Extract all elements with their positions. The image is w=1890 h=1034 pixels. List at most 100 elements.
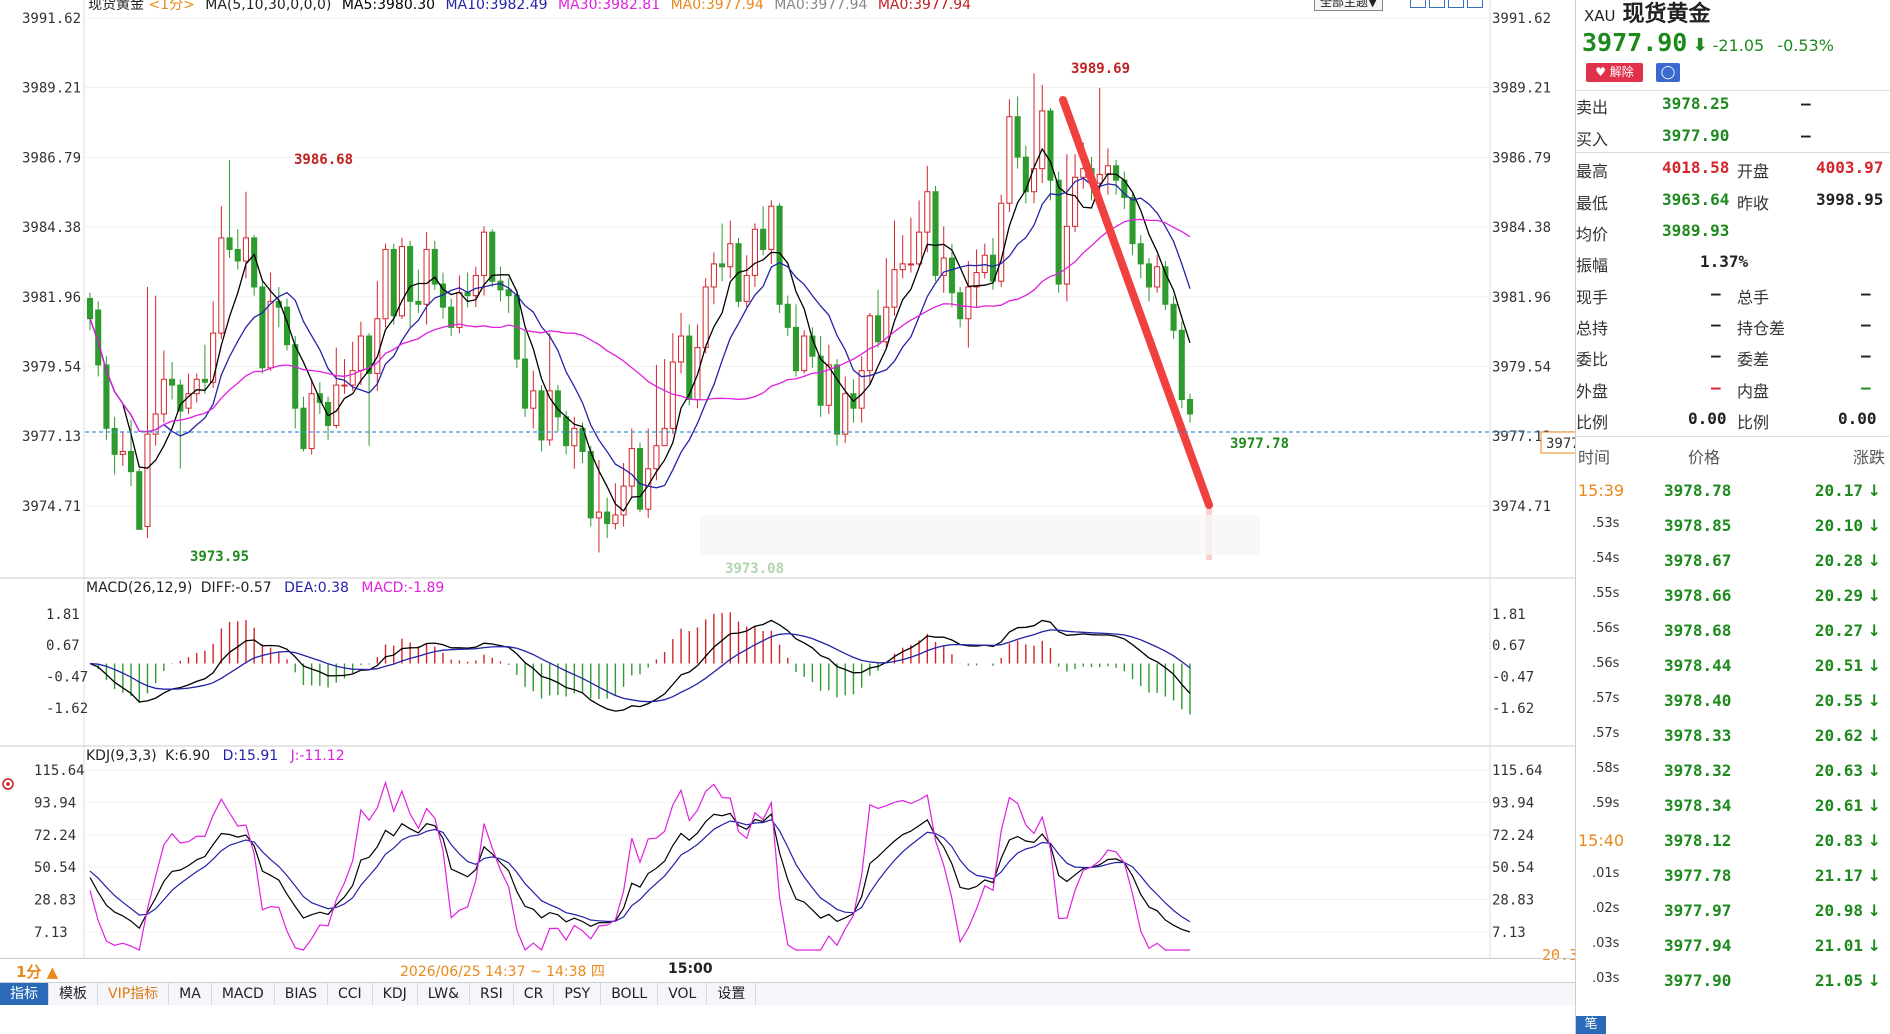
macd-header: MACD(26,12,9) DIFF:-0.57 DEA:0.38 MACD:-…	[86, 580, 444, 596]
tab-vip-indicator[interactable]: VIP指标	[98, 983, 170, 1005]
tick-time: .56s	[1592, 656, 1620, 671]
price-tick-left: 3986.79	[22, 150, 81, 166]
down-arrow-icon: ↓	[1867, 621, 1881, 640]
symbol-name: 现货黄金	[88, 0, 144, 13]
kdj-j: J:-11.12	[290, 748, 345, 764]
tab-cci[interactable]: CCI	[328, 983, 373, 1005]
kdj-tick-left: 115.64	[34, 763, 85, 779]
price-tick-left: 3979.54	[22, 360, 81, 376]
candle-body	[489, 231, 496, 282]
candle-body	[1170, 303, 1177, 331]
candle-body	[916, 231, 923, 265]
high-open-row: 最高 4018.58 开盘 4003.97	[1576, 158, 1890, 188]
tab-lw[interactable]: LW&	[418, 983, 471, 1005]
candle-body	[1096, 173, 1103, 184]
tab-macd[interactable]: MACD	[212, 983, 275, 1005]
ratio2-value: 0.00	[1838, 409, 1877, 428]
period-label[interactable]: <1分>	[148, 0, 194, 13]
tick-time: .02s	[1592, 901, 1620, 916]
candle-body	[612, 514, 619, 525]
ma10-value: MA10:3982.49	[445, 0, 548, 13]
col-change: 涨跌	[1852, 448, 1885, 467]
grid-icon[interactable]	[1448, 0, 1464, 8]
amp-value: 1.37%	[1700, 252, 1749, 271]
candle-body	[727, 243, 734, 268]
down-arrow-icon: ↓	[1867, 481, 1881, 500]
tab-bias[interactable]: BIAS	[275, 983, 328, 1005]
panel-title: XAU 现货黄金	[1584, 0, 1711, 28]
tab-ma[interactable]: MA	[169, 983, 212, 1005]
tick-price: 3977.97	[1664, 901, 1732, 920]
blur-watermark	[700, 515, 1260, 555]
theme-button[interactable]: 全部主题▼	[1314, 0, 1384, 11]
tick-price: 3978.44	[1664, 656, 1732, 675]
grid-icon[interactable]	[1429, 0, 1445, 8]
remove-button[interactable]: ♥ 解除	[1586, 63, 1643, 82]
col-time: 时间	[1578, 448, 1611, 467]
tick-row: .01s 3977.78 21.17 ↓	[1576, 866, 1890, 901]
price-tick-left: 3984.38	[22, 220, 81, 236]
tab-boll[interactable]: BOLL	[601, 983, 659, 1005]
candle-body	[169, 378, 176, 386]
candle-body	[907, 263, 914, 266]
annotation-high1: 3986.68	[294, 152, 353, 168]
remove-label: 解除	[1609, 65, 1634, 79]
candle-body	[144, 433, 151, 527]
kdj-tick-right: 28.83	[1492, 893, 1534, 909]
tick-row: .53s 3978.85 20.10 ↓	[1576, 516, 1890, 551]
tick-price: 3978.34	[1664, 796, 1732, 815]
indicator-tabbar: 指标 模板 VIP指标 MA MACD BIAS CCI KDJ LW& RSI…	[0, 982, 1575, 1005]
tick-change: 21.05	[1814, 971, 1863, 990]
kdj-tick-right: 7.13	[1492, 925, 1526, 941]
candle-body	[390, 248, 397, 317]
annotation-low2: 3973.08	[725, 561, 784, 577]
candle-body	[875, 315, 882, 343]
amp-label: 振幅	[1576, 256, 1609, 275]
alert-bell-button[interactable]: ◯	[1656, 63, 1680, 82]
hold-diff-label: 持仓差	[1737, 319, 1786, 338]
tab-rsi[interactable]: RSI	[470, 983, 514, 1005]
down-arrow-icon: ↓	[1867, 831, 1881, 850]
tick-price: 3977.90	[1664, 971, 1732, 990]
period-selector[interactable]: 1分 ▲	[16, 961, 58, 982]
tick-row: .56s 3978.68 20.27 ↓	[1576, 621, 1890, 656]
down-arrow-icon: ↓	[1867, 866, 1881, 885]
ma5-value: MA5:3980.30	[341, 0, 436, 13]
macd-tick-left: -1.62	[46, 701, 88, 717]
tick-time: .58s	[1592, 761, 1620, 776]
tick-time: .01s	[1592, 866, 1620, 881]
stage: 3991.62 3991.62 3989.21 3989.21 3986.79 3986.…	[0, 0, 1890, 1034]
grid-icon[interactable]	[1410, 0, 1426, 8]
tab-kdj[interactable]: KDJ	[373, 983, 418, 1005]
price-tick-right: 3974.71	[1492, 499, 1551, 515]
grid-icon[interactable]	[1467, 0, 1483, 8]
macd-dea: DEA:0.38	[284, 580, 349, 596]
kdj-tick-right: 50.54	[1492, 860, 1534, 876]
tick-mode-button[interactable]: 笔	[1576, 1016, 1606, 1034]
kline-chart[interactable]: 3991.62 3991.62 3989.21 3989.21 3986.79 3986.…	[0, 0, 1575, 1034]
tick-change: 20.83	[1814, 831, 1863, 850]
wei-bi-label: 委比	[1576, 350, 1609, 369]
candle-body	[760, 228, 767, 250]
price-tick-left: 3981.96	[22, 290, 81, 306]
ma-c-value: MA0:3977.94	[877, 0, 972, 13]
candle-body	[226, 237, 233, 250]
kdj-tick-right: 72.24	[1492, 828, 1534, 844]
tab-template[interactable]: 模板	[49, 983, 98, 1005]
tab-settings[interactable]: 设置	[707, 983, 757, 1005]
tab-vol[interactable]: VOL	[658, 983, 708, 1005]
tab-cr[interactable]: CR	[514, 983, 555, 1005]
ratio2-label: 比例	[1737, 413, 1770, 432]
candle-body	[924, 191, 931, 233]
price-tick-left: 3974.71	[22, 499, 81, 515]
price-tick-right: 3981.96	[1492, 290, 1551, 306]
ratio1-value: 0.00	[1688, 409, 1727, 428]
candle-body	[136, 471, 143, 530]
wei-cha-label: 委差	[1737, 350, 1770, 369]
tick-row: .03s 3977.94 21.01 ↓	[1576, 936, 1890, 971]
tab-indicator[interactable]: 指标	[0, 983, 49, 1005]
tab-psy[interactable]: PSY	[554, 983, 602, 1005]
last-price-tag-text: 3977.90	[1546, 436, 1575, 452]
candle-body	[661, 427, 668, 447]
candle-body	[341, 384, 348, 387]
